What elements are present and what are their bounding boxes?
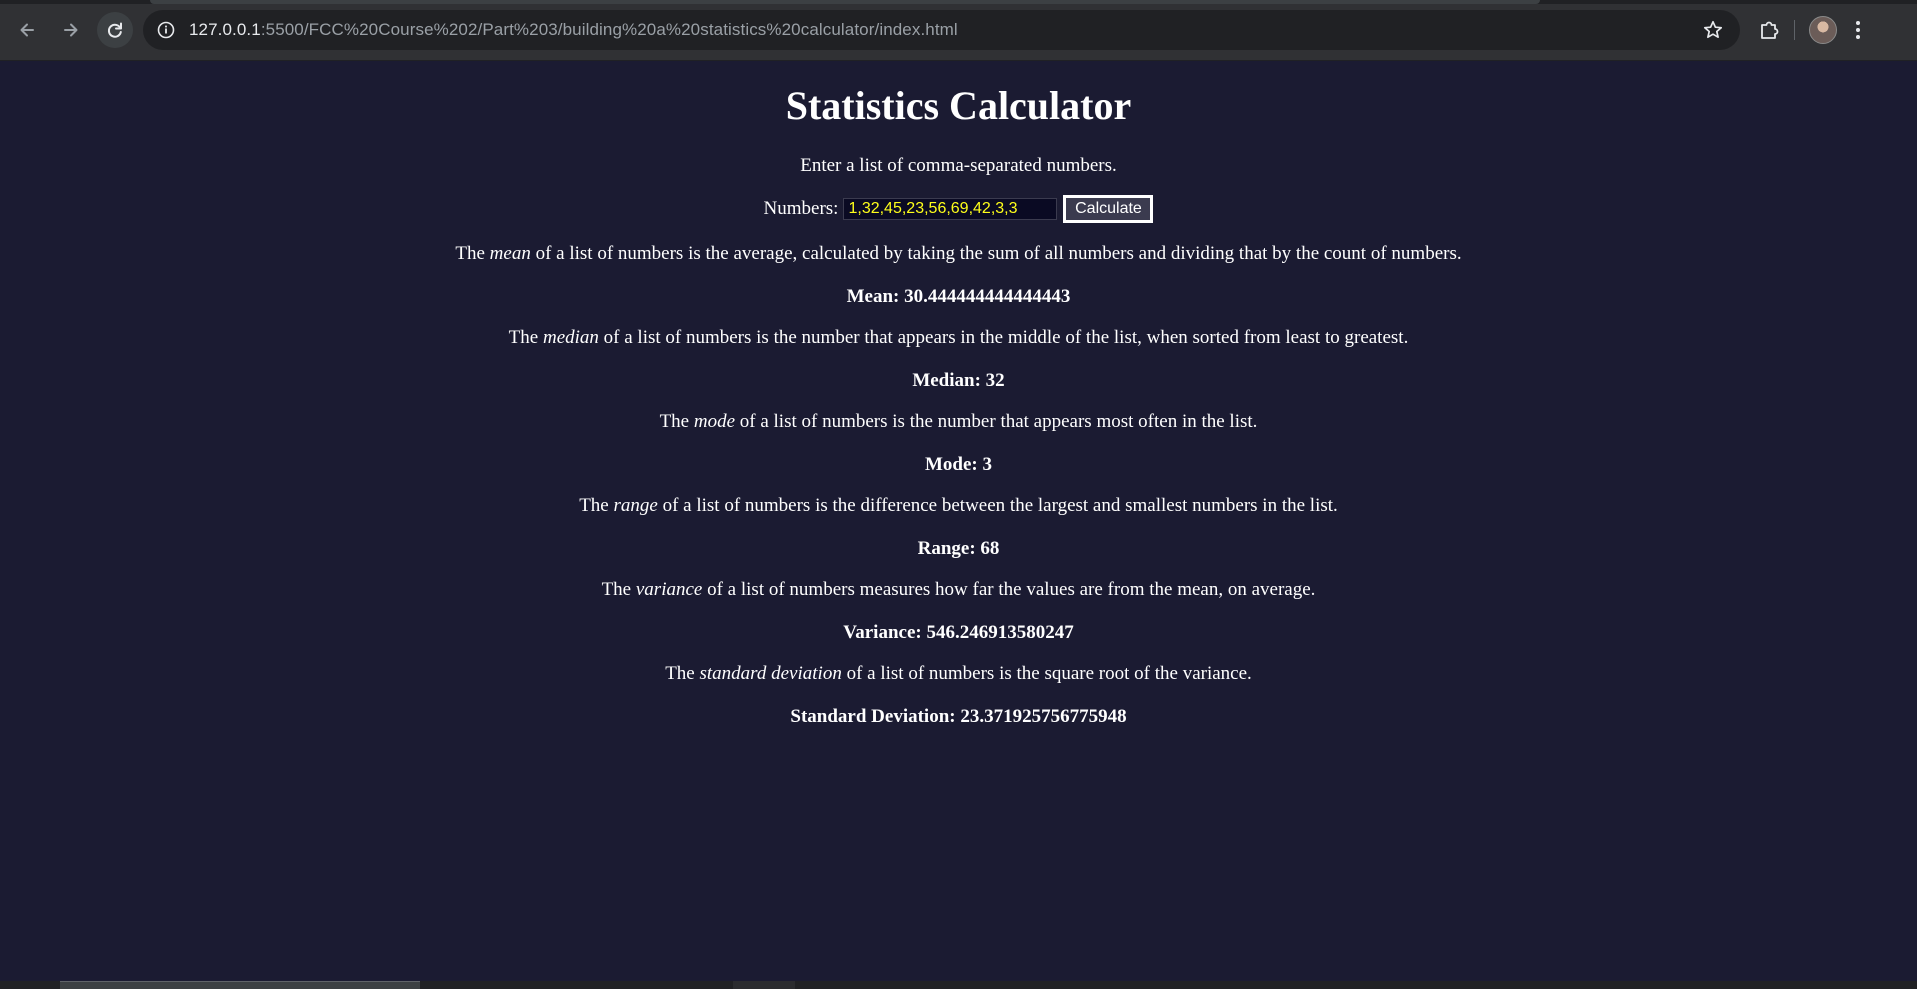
standard-deviation-result: Standard Deviation: 23.371925756775948 bbox=[790, 706, 1127, 727]
range-value: 68 bbox=[980, 538, 1000, 559]
page-content: Statistics Calculator Enter a list of co… bbox=[0, 83, 1917, 728]
mode-value: 3 bbox=[982, 454, 993, 475]
mean-result: Mean: 30.444444444444443 bbox=[846, 286, 1071, 307]
variance-term: variance bbox=[635, 579, 703, 600]
horizontal-scrollbar-thumb[interactable] bbox=[60, 981, 420, 989]
url-text[interactable]: 127.0.0.1:5500/FCC%20Course%202/Part%203… bbox=[189, 20, 958, 40]
page-title: Statistics Calculator bbox=[785, 83, 1132, 128]
forward-button[interactable] bbox=[53, 12, 89, 48]
extensions-icon[interactable] bbox=[1758, 19, 1780, 41]
forward-arrow-icon bbox=[64, 23, 78, 37]
mode-result: Mode: 3 bbox=[924, 454, 993, 475]
star-icon[interactable] bbox=[1702, 19, 1724, 41]
numbers-label: Numbers: bbox=[763, 198, 839, 219]
back-arrow-icon bbox=[20, 23, 34, 37]
numbers-input[interactable] bbox=[843, 198, 1058, 220]
calculate-button[interactable]: Calculate bbox=[1063, 195, 1154, 223]
median-result: Median: 32 bbox=[912, 370, 1005, 391]
variance-value: 546.246913580247 bbox=[926, 622, 1074, 643]
address-bar[interactable]: 127.0.0.1:5500/FCC%20Course%202/Part%203… bbox=[143, 10, 1740, 50]
url-path: :5500/FCC%20Course%202/Part%203/building… bbox=[260, 20, 958, 39]
variance-result: Variance: 546.246913580247 bbox=[843, 622, 1074, 643]
mode-term: mode bbox=[693, 411, 736, 432]
statistics-sections: The mean of a list of numbers is the ave… bbox=[0, 243, 1917, 728]
median-description: The median of a list of numbers is the n… bbox=[508, 327, 1409, 348]
reload-button[interactable] bbox=[97, 12, 133, 48]
standard-deviation-term: standard deviation bbox=[699, 663, 842, 684]
variance-description: The variance of a list of numbers measur… bbox=[601, 579, 1316, 600]
intro-text: Enter a list of comma-separated numbers. bbox=[800, 155, 1117, 176]
numbers-form: Numbers: Calculate bbox=[0, 195, 1917, 223]
mean-description: The mean of a list of numbers is the ave… bbox=[455, 243, 1462, 264]
mean-value: 30.444444444444443 bbox=[904, 286, 1071, 307]
range-description: The range of a list of numbers is the di… bbox=[579, 495, 1338, 516]
range-result: Range: 68 bbox=[917, 538, 1000, 559]
site-info-icon[interactable] bbox=[157, 21, 175, 39]
median-value: 32 bbox=[985, 370, 1005, 391]
mode-description: The mode of a list of numbers is the num… bbox=[659, 411, 1258, 432]
browser-toolbar: 127.0.0.1:5500/FCC%20Course%202/Part%203… bbox=[0, 0, 1917, 61]
toolbar-right bbox=[1758, 16, 1861, 44]
standard-deviation-value: 23.371925756775948 bbox=[960, 706, 1127, 727]
url-host: 127.0.0.1 bbox=[189, 20, 261, 39]
menu-kebab-icon[interactable] bbox=[1855, 20, 1861, 40]
toolbar-separator bbox=[1794, 20, 1795, 40]
range-term: range bbox=[613, 495, 658, 516]
mean-term: mean bbox=[489, 243, 531, 264]
standard-deviation-description: The standard deviation of a list of numb… bbox=[665, 663, 1252, 684]
back-button[interactable] bbox=[9, 12, 45, 48]
bottom-strip bbox=[0, 981, 1917, 989]
reload-icon bbox=[107, 22, 122, 38]
bottom-strip-segment bbox=[733, 981, 795, 989]
median-term: median bbox=[542, 327, 599, 348]
profile-avatar[interactable] bbox=[1809, 16, 1837, 44]
